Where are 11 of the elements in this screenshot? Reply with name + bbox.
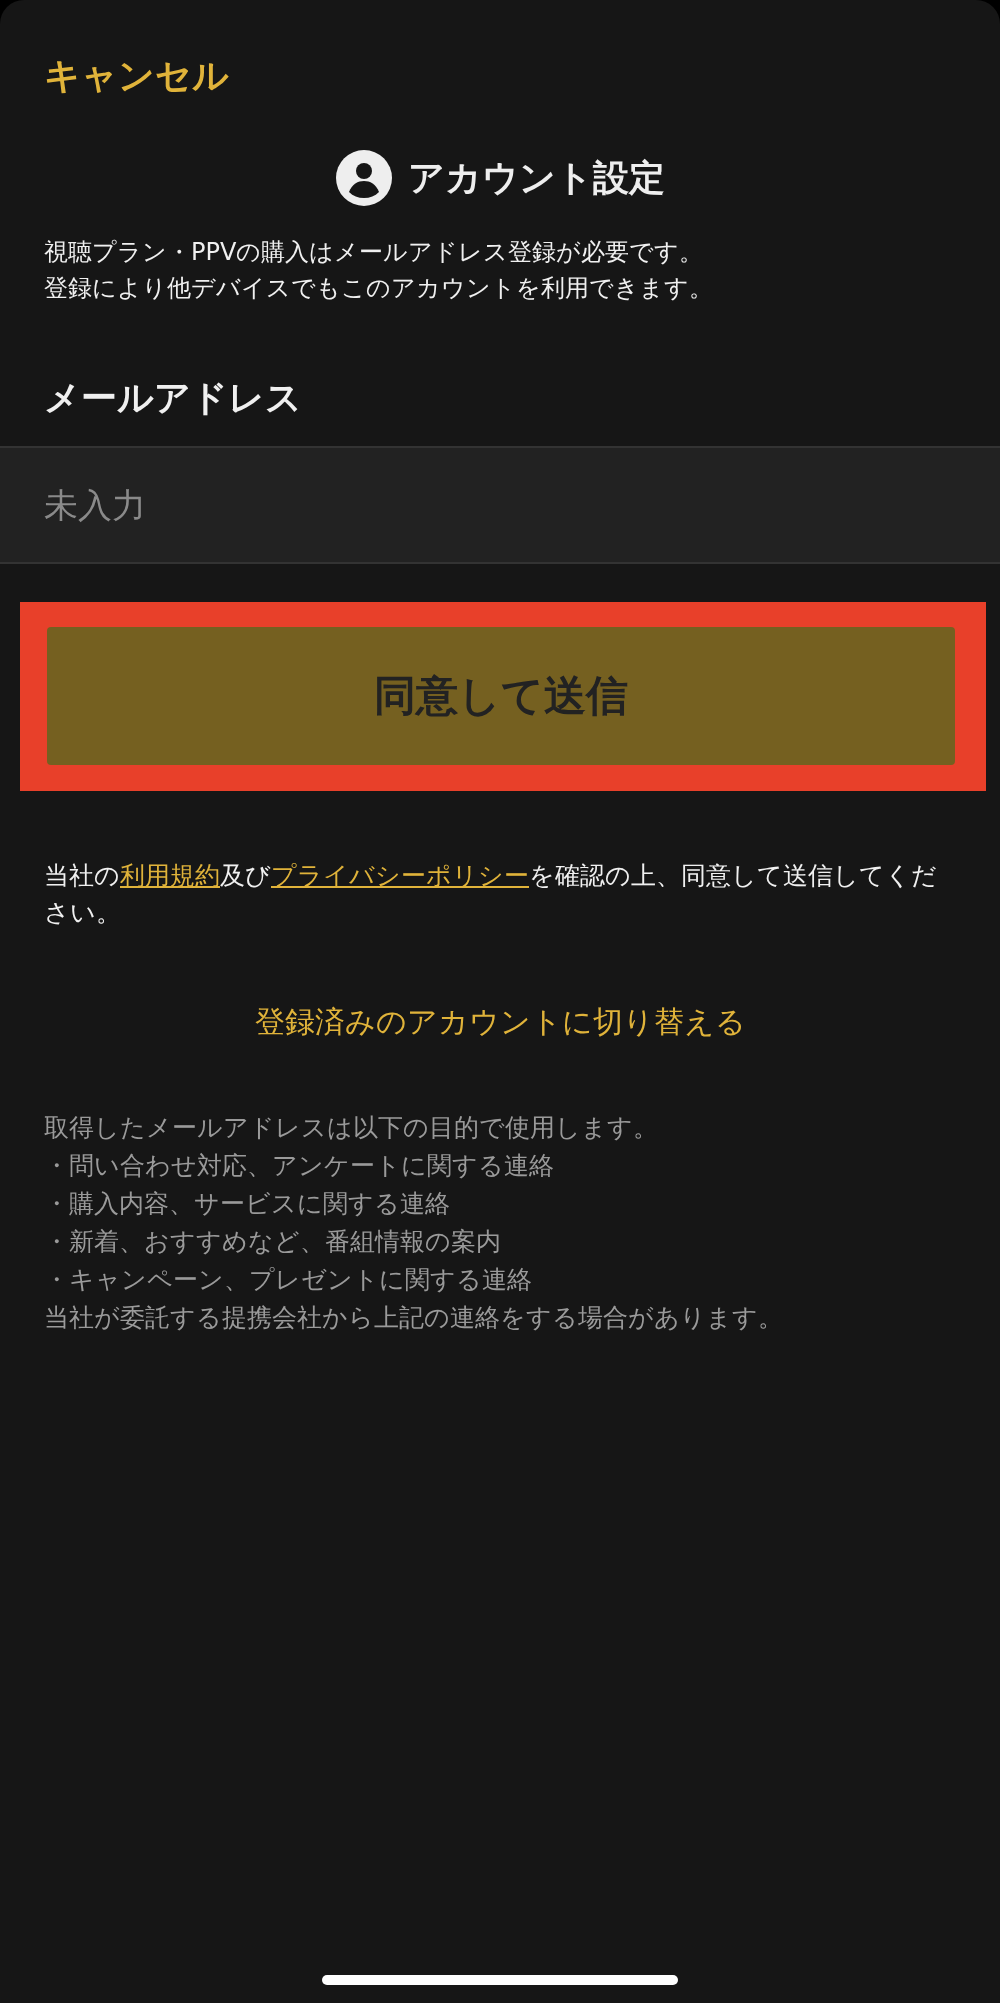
email-label: メールアドレス [44,376,303,420]
email-field[interactable]: 未入力 [0,446,1000,564]
terms-link[interactable]: プライバシーポリシー [271,861,529,890]
cancel-button[interactable]: キャンセル [44,52,229,100]
notice-text: 取得したメールアドレスは以下の目的で使用します。 ・問い合わせ対応、アンケートに関する連絡 ・購入内容、サービスに関する連絡 ・新着、おすすめなど、番組情報の案内 ・キャンペーン、プレゼントに関する連絡 当社が委託する提携会社から上記の連絡をする場合があります。 [44,1112,784,1334]
terms-link[interactable]: 利用規約 [120,861,220,890]
consent-text: 当社の利用規約及びプライバシーポリシーを確認の上、同意して送信してください。 [44,860,938,929]
account-icon [335,150,392,206]
description-text: 視聴プラン・PPVの購入はメールアドレス登録が必要です。 登録により他デバイスでもこのアカウントを利用できます。 [44,237,714,304]
switch-account-link[interactable]: 登録済みのアカウントに切り替える [254,1001,746,1043]
page-title: アカウント設定 [407,156,665,200]
